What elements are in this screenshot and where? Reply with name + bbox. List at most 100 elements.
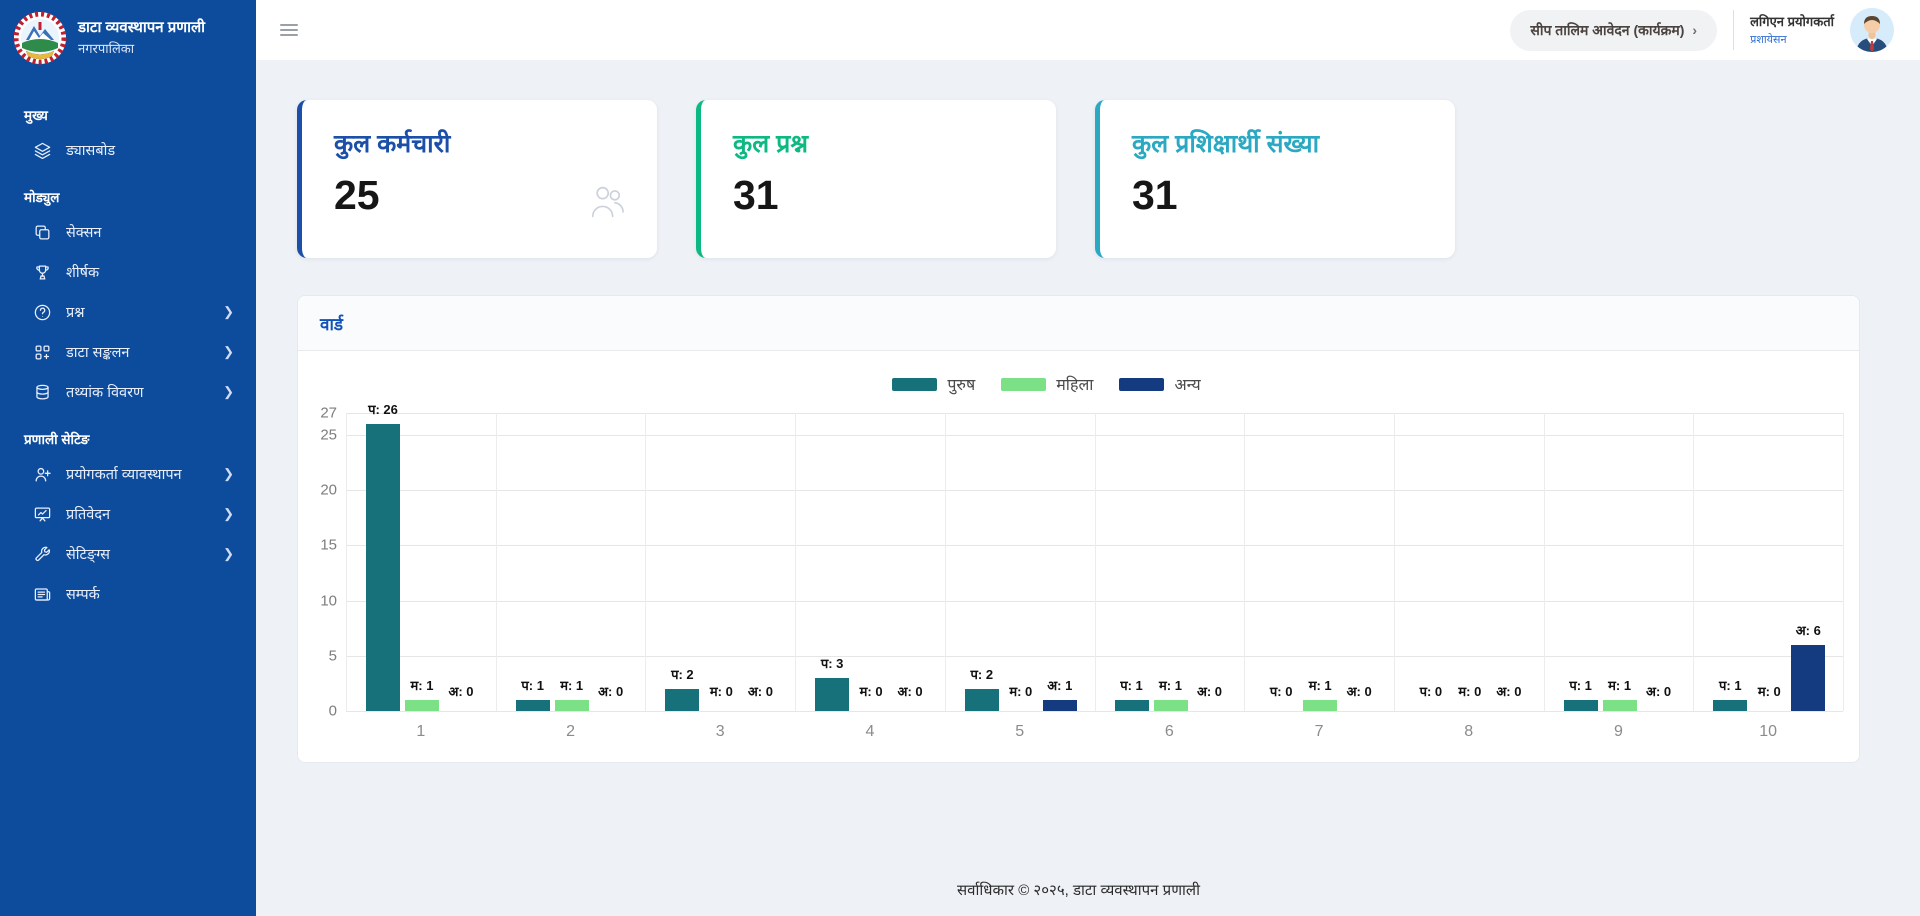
sidebar-item-layers[interactable]: ड्यासबोड [0, 130, 256, 170]
sidebar-item-database[interactable]: तथ्यांक विवरण ❯ [0, 372, 256, 412]
bar-पुरुष-ward-2 [516, 700, 550, 711]
nav-section-header: मोड्युल [0, 170, 256, 212]
gridline-vertical [1095, 413, 1096, 711]
sidebar-nav: मुख्यड्यासबोडमोड्युलसेक्सनशीर्षकप्रश्न❯ड… [0, 80, 256, 614]
sidebar-item-label: प्रश्न [66, 302, 209, 322]
bar-महिला-ward-7 [1303, 700, 1337, 711]
stat-card-title: कुल प्रश्न [733, 126, 1030, 160]
gridline-vertical [945, 413, 946, 711]
contact-icon [32, 584, 52, 604]
chart-card-title: वार्ड [320, 312, 343, 335]
bar-अन्य-ward-5 [1043, 700, 1077, 711]
sidebar: डाटा व्यवस्थापन प्रणाली नगरपालिका मुख्यड… [0, 0, 256, 916]
chevron-right-icon: ❯ [223, 344, 234, 360]
bar-पुरुष-ward-1 [366, 424, 400, 711]
sidebar-item-label: प्रयोगकर्ता व्यावस्थापन [66, 464, 209, 484]
bar-value-label: प: 2 [950, 665, 1014, 683]
legend-swatch [892, 378, 937, 391]
bar-महिला-ward-2 [555, 700, 589, 711]
y-axis-tick: 25 [320, 427, 337, 444]
footer-copyright: सर्वाधिकार © २०२५, डाटा व्यवस्थापन प्रणा… [297, 880, 1860, 900]
bar-value-label: अ: 1 [1028, 676, 1092, 694]
ward-chart-card: वार्ड पुरुषमहिलाअन्य05101520252712345678… [297, 295, 1860, 763]
app-root: डाटा व्यवस्थापन प्रणाली नगरपालिका मुख्यड… [0, 0, 1920, 916]
legend-item: महिला [1001, 373, 1093, 395]
gridline-vertical [496, 413, 497, 711]
avatar-person-icon [1850, 8, 1894, 52]
sidebar-item-report[interactable]: प्रतिवेदन ❯ [0, 494, 256, 534]
bar-value-label: अ: 0 [1327, 682, 1391, 700]
bar-value-label: अ: 0 [1477, 682, 1541, 700]
bar-value-label: प: 3 [800, 654, 864, 672]
sidebar-item-label: सेक्सन [66, 222, 234, 242]
y-axis-tick: 15 [320, 537, 337, 554]
stat-card: कुल कर्मचारी25 [297, 100, 657, 258]
sidebar-item-label: डाटा सङ्कलन [66, 342, 209, 362]
user-avatar[interactable] [1850, 8, 1894, 52]
brand: डाटा व्यवस्थापन प्रणाली नगरपालिका [0, 0, 256, 80]
gridline-horizontal [346, 711, 1843, 712]
y-axis-tick: 5 [329, 647, 337, 664]
bar-value-label: प: 2 [650, 665, 714, 683]
legend-label: महिला [1056, 373, 1093, 395]
user-add-icon [32, 464, 52, 484]
y-axis-tick: 27 [320, 405, 337, 422]
user-meta: लगिएन प्रयोगकर्ता प्रशायेसन [1750, 12, 1834, 48]
sidebar-item-label: प्रतिवेदन [66, 504, 209, 524]
sidebar-item-trophy[interactable]: शीर्षक [0, 252, 256, 292]
sidebar-item-user-add[interactable]: प्रयोगकर्ता व्यावस्थापन ❯ [0, 454, 256, 494]
legend-item: पुरुष [892, 373, 975, 395]
topbar: सीप तालिम आवेदन (कार्यक्रम) › लगिएन प्रय… [256, 0, 1920, 61]
sidebar-item-question[interactable]: प्रश्न❯ [0, 292, 256, 332]
sidebar-item-label: ड्यासबोड [66, 140, 234, 160]
bar-value-label: अ: 0 [1627, 682, 1691, 700]
trophy-icon [32, 262, 52, 282]
nav-section-header: प्रणाली सेटिङ [0, 412, 256, 454]
bar-value-label: अ: 0 [878, 682, 942, 700]
people-icon [585, 181, 627, 228]
menu-toggle-icon[interactable] [274, 15, 304, 45]
sections-icon [32, 222, 52, 242]
legend-swatch [1001, 378, 1046, 391]
bar-value-label: अ: 6 [1776, 621, 1840, 639]
gridline-vertical [1244, 413, 1245, 711]
ward-bar-chart: पुरुषमहिलाअन्य05101520252712345678910प: … [298, 351, 1859, 762]
x-axis-label: 8 [1394, 723, 1544, 741]
right-column: सीप तालिम आवेदन (कार्यक्रम) › लगिएन प्रय… [256, 0, 1920, 916]
x-axis-label: 2 [496, 723, 646, 741]
sidebar-item-data-collection[interactable]: डाटा सङ्कलन ❯ [0, 332, 256, 372]
gridline-vertical [795, 413, 796, 711]
program-application-label: सीप तालिम आवेदन (कार्यक्रम) [1530, 21, 1684, 40]
stats-row: कुल कर्मचारी25कुल प्रश्न31कुल प्रशिक्षार… [297, 100, 1860, 258]
bar-value-label: अ: 0 [728, 682, 792, 700]
legend-item: अन्य [1119, 373, 1200, 395]
brand-subtitle: नगरपालिका [78, 39, 205, 57]
bar-पुरुष-ward-9 [1564, 700, 1598, 711]
stat-card-value: 31 [733, 172, 1030, 219]
sidebar-item-label: तथ्यांक विवरण [66, 382, 209, 402]
chevron-right-icon: ❯ [223, 384, 234, 400]
user-role-link[interactable]: प्रशायेसन [1750, 32, 1787, 47]
legend-label: अन्य [1174, 373, 1200, 395]
municipality-logo-icon [12, 10, 68, 66]
chart-legend: पुरुष महिला अन्य [298, 373, 1795, 395]
x-axis-label: 4 [795, 723, 945, 741]
chart-card-header: वार्ड [298, 296, 1859, 351]
chevron-right-icon: ❯ [223, 466, 234, 482]
legend-swatch [1119, 378, 1164, 391]
brand-title: डाटा व्यवस्थापन प्रणाली [78, 19, 205, 38]
bar-महिला-ward-9 [1603, 700, 1637, 711]
program-application-button[interactable]: सीप तालिम आवेदन (कार्यक्रम) › [1510, 10, 1717, 51]
sidebar-item-wrench[interactable]: सेटिङ्ग्स❯ [0, 534, 256, 574]
chevron-right-icon: ❯ [223, 506, 234, 522]
database-icon [32, 382, 52, 402]
sidebar-item-sections[interactable]: सेक्सन [0, 212, 256, 252]
gridline-vertical [645, 413, 646, 711]
gridline-vertical [1843, 413, 1844, 711]
sidebar-item-contact[interactable]: सम्पर्क [0, 574, 256, 614]
wrench-icon [32, 544, 52, 564]
x-axis-label: 6 [1095, 723, 1245, 741]
bar-पुरुष-ward-6 [1115, 700, 1149, 711]
sidebar-item-label: सेटिङ्ग्स [66, 544, 209, 564]
gridline-vertical [1544, 413, 1545, 711]
